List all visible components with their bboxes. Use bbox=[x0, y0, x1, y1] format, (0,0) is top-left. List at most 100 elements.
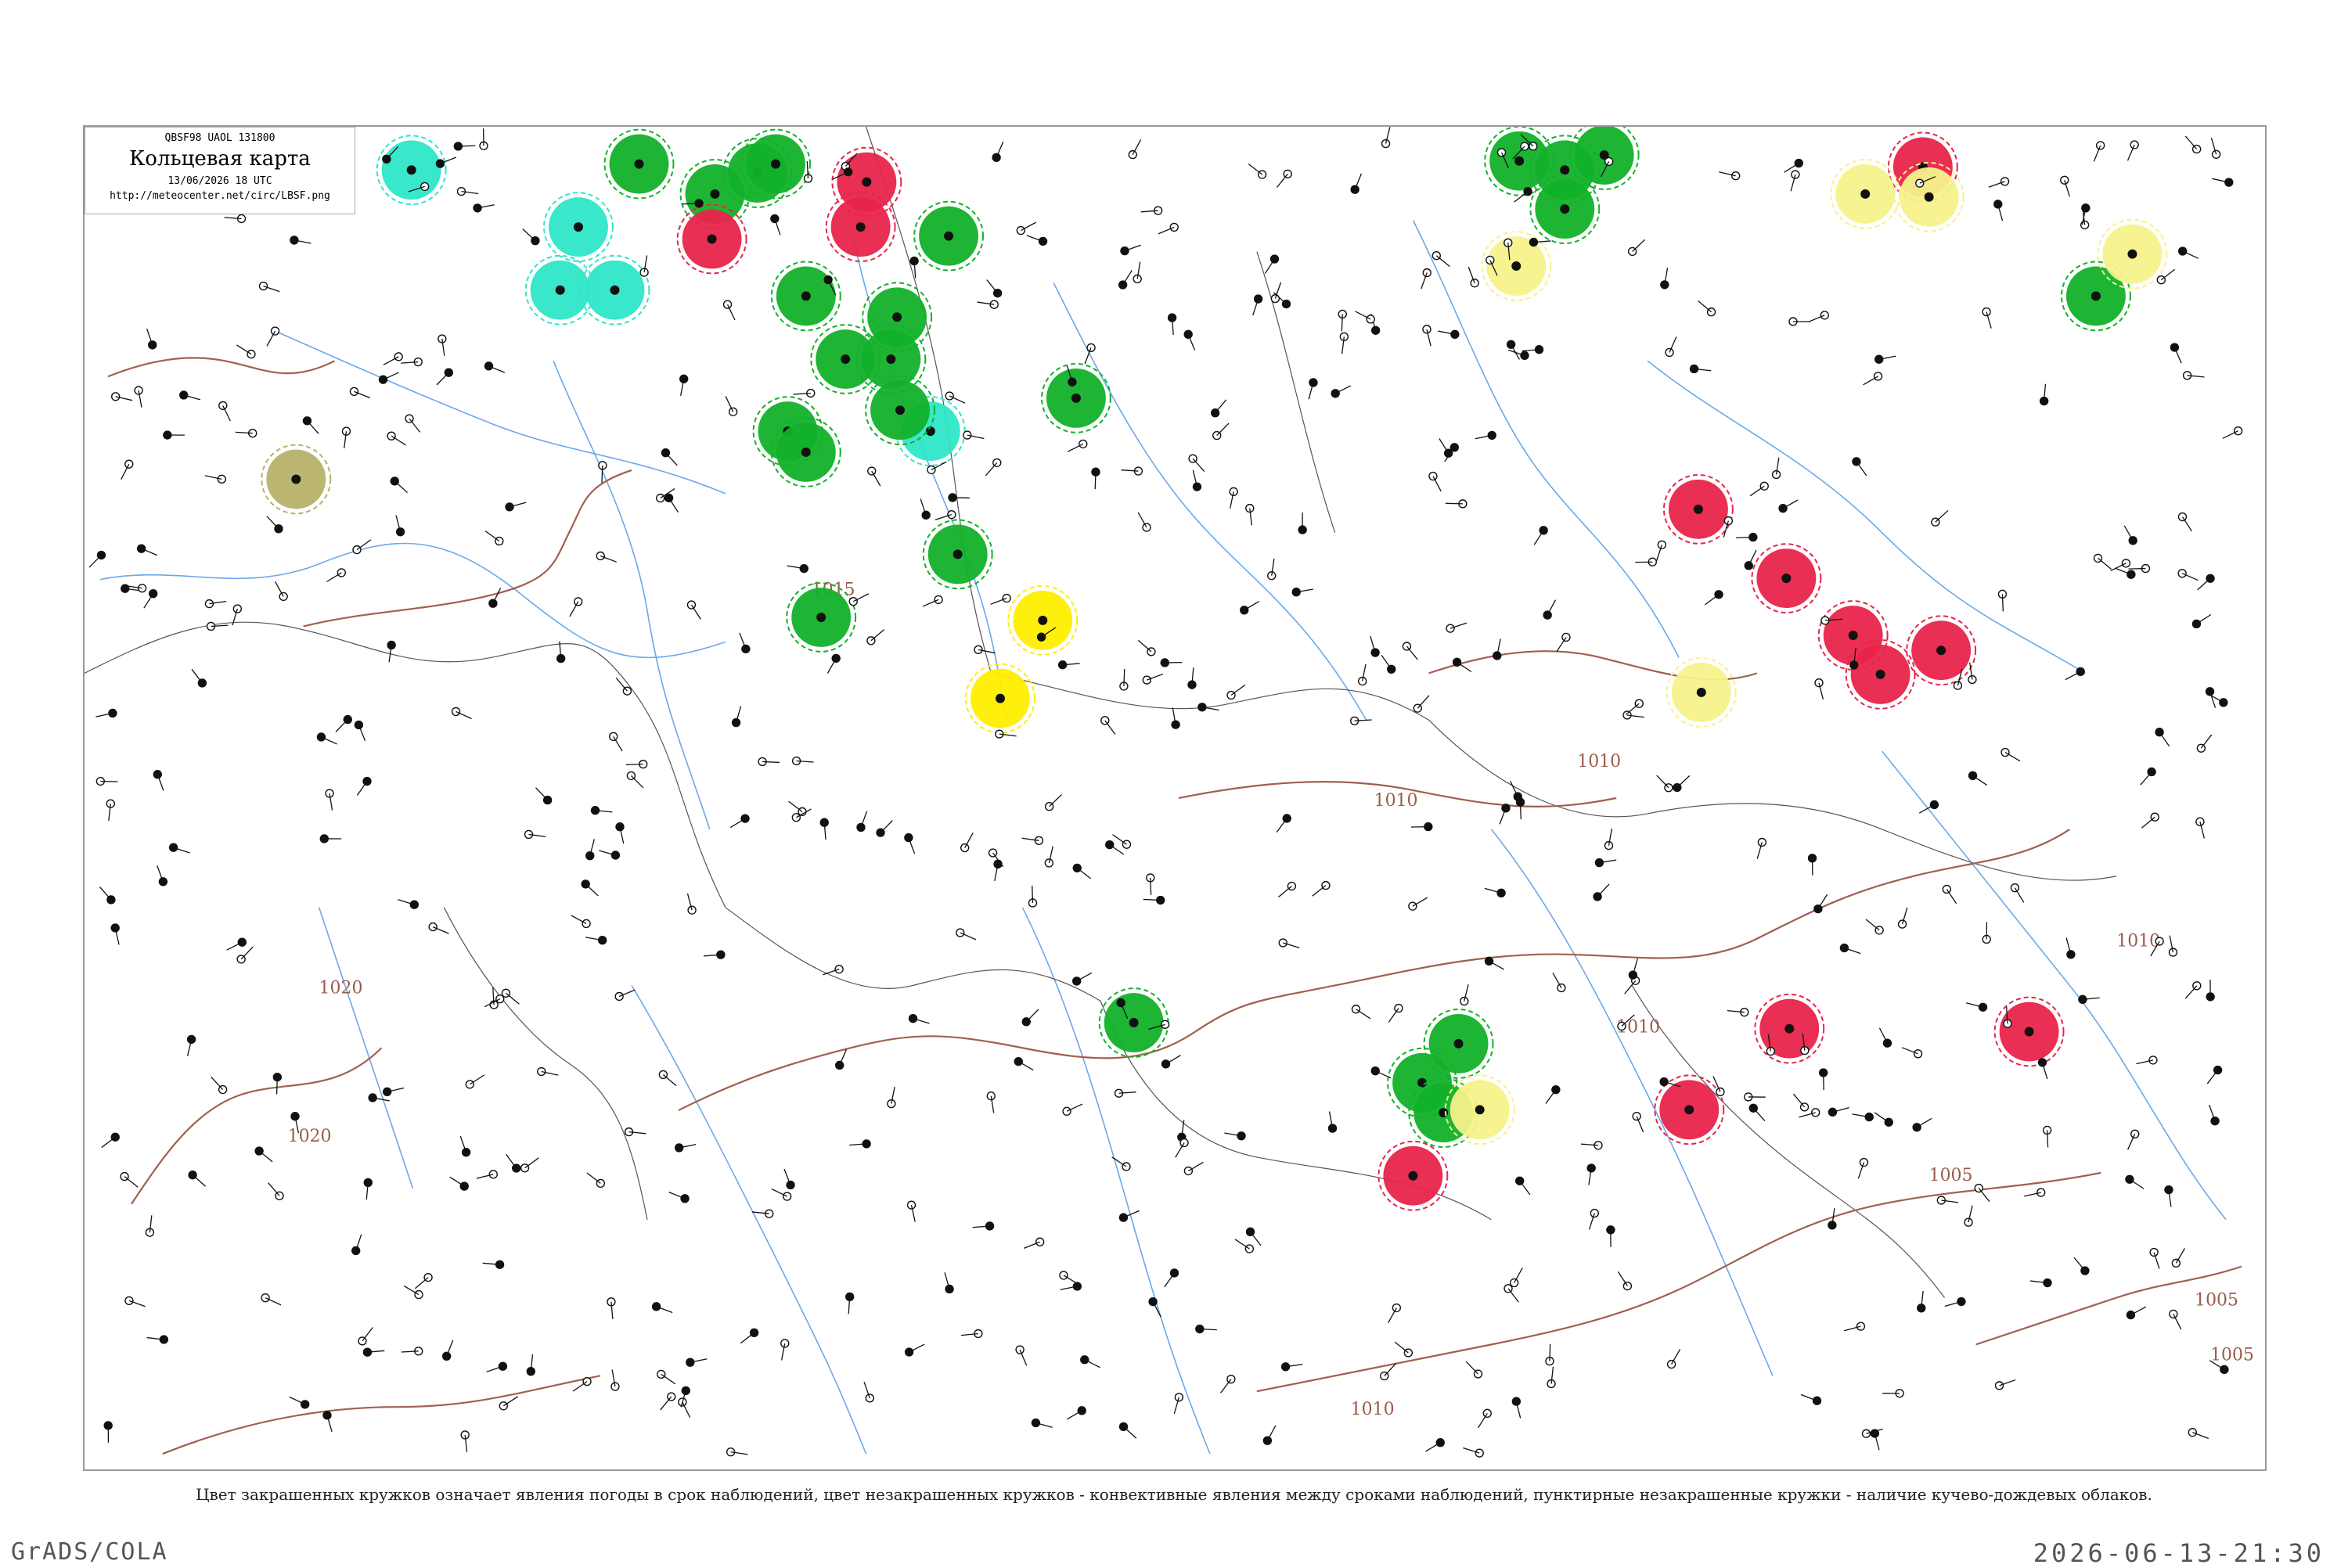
wind-barb-icon bbox=[1657, 775, 1669, 788]
cloud-cover-icon bbox=[841, 354, 850, 364]
wind-barb-icon bbox=[1026, 1009, 1038, 1022]
cloud-cover-icon bbox=[556, 286, 565, 295]
wind-barb-icon bbox=[503, 1397, 517, 1406]
wind-barb-icon bbox=[1466, 1361, 1478, 1374]
station-plot-icon bbox=[1143, 523, 1151, 531]
cloud-cover-icon bbox=[1936, 646, 1946, 655]
wind-barb-icon bbox=[1217, 423, 1229, 436]
wind-barb-icon bbox=[1457, 662, 1471, 671]
wind-barb-icon bbox=[1231, 685, 1245, 696]
wind-barb-icon bbox=[536, 788, 548, 800]
station-plot-icon bbox=[496, 995, 504, 1003]
isobar-label: 1005 bbox=[1929, 1166, 1973, 1185]
wind-barb-icon bbox=[1547, 600, 1555, 615]
station-plot-icon bbox=[1660, 1078, 1668, 1086]
cloud-cover-icon bbox=[816, 613, 826, 622]
station-plot-icon bbox=[1930, 800, 1938, 808]
station-plot-icon bbox=[787, 1181, 794, 1189]
wind-barb-icon bbox=[585, 884, 598, 896]
cloud-cover-icon bbox=[1925, 192, 1934, 202]
wind-barb-icon bbox=[602, 466, 603, 483]
wind-barb-icon bbox=[1478, 1413, 1488, 1428]
cloud-cover-icon bbox=[1038, 616, 1047, 625]
wind-barb-icon bbox=[1672, 1350, 1680, 1365]
station-plot-icon bbox=[1359, 678, 1367, 685]
wind-barb-icon bbox=[336, 720, 348, 732]
wind-barb-icon bbox=[1753, 1108, 1765, 1120]
wind-barb-icon bbox=[1973, 775, 1987, 785]
cloud-cover-icon bbox=[710, 189, 719, 199]
wind-barb-icon bbox=[1138, 640, 1151, 651]
station-plot-icon bbox=[610, 732, 618, 740]
wind-barb-icon bbox=[470, 1075, 484, 1084]
wind-barb-icon bbox=[391, 436, 406, 445]
wind-barb-icon bbox=[1032, 886, 1033, 903]
station-plot-icon bbox=[1453, 658, 1461, 666]
wind-barb-icon bbox=[661, 1374, 675, 1383]
station-plot-icon bbox=[686, 1358, 694, 1366]
cloud-cover-icon bbox=[801, 291, 811, 300]
wind-barb-icon bbox=[1138, 512, 1147, 527]
wind-barb-icon bbox=[573, 1382, 587, 1391]
station-plot-icon bbox=[868, 467, 876, 475]
wind-barb-icon bbox=[626, 764, 643, 765]
wind-barb-icon bbox=[1356, 1009, 1370, 1019]
wind-barb-icon bbox=[1514, 192, 1528, 202]
station-plot-icon bbox=[956, 929, 964, 937]
station-plots bbox=[89, 127, 2242, 1457]
station-plot-icon bbox=[1392, 1304, 1400, 1312]
wind-barb-icon bbox=[1395, 1342, 1408, 1353]
wind-barb-icon bbox=[327, 573, 342, 581]
wind-barb-icon bbox=[1553, 973, 1561, 987]
cloud-cover-icon bbox=[886, 354, 895, 364]
wind-barb-icon bbox=[1520, 1181, 1530, 1195]
wind-barb-icon bbox=[730, 818, 745, 827]
station-plot-icon bbox=[1516, 1177, 1524, 1185]
station-plot-icon bbox=[1562, 633, 1570, 641]
wind-barb-icon bbox=[614, 736, 622, 751]
cloud-cover-icon bbox=[2091, 291, 2101, 300]
wind-barb-icon bbox=[661, 1397, 672, 1410]
wind-barb-icon bbox=[1064, 1275, 1079, 1284]
station-plot-icon bbox=[2170, 1310, 2177, 1318]
wind-barb-icon bbox=[1514, 1268, 1523, 1282]
cloud-cover-icon bbox=[635, 160, 644, 169]
wind-barb-icon bbox=[267, 516, 279, 529]
wind-barb-icon bbox=[665, 453, 677, 466]
cloud-cover-icon bbox=[1511, 261, 1521, 271]
wind-barb-icon bbox=[124, 1177, 138, 1188]
cloud-cover-icon bbox=[1784, 1024, 1794, 1034]
wind-barb-icon bbox=[1863, 376, 1878, 385]
wind-barb-icon bbox=[1335, 386, 1351, 394]
cloud-cover-icon bbox=[1071, 394, 1081, 403]
wind-barb-icon bbox=[2124, 526, 2133, 541]
station-plot-icon bbox=[1745, 562, 1752, 570]
wind-barb-icon bbox=[1677, 775, 1690, 787]
station-plot-icon bbox=[1658, 541, 1666, 548]
wind-barb-icon bbox=[1067, 1411, 1082, 1419]
wind-barb-icon bbox=[525, 1158, 539, 1168]
isobar-label: 1005 bbox=[2210, 1345, 2254, 1365]
wind-barb-icon bbox=[259, 1151, 272, 1162]
wind-barb-icon bbox=[691, 605, 700, 619]
wind-barb-icon bbox=[241, 947, 253, 959]
station-plot-icon bbox=[180, 391, 188, 399]
station-plot-icon bbox=[1954, 682, 1961, 689]
station-plot-icon bbox=[474, 204, 481, 212]
wind-barb-icon bbox=[1188, 1162, 1203, 1171]
station-plot-icon bbox=[2220, 1365, 2228, 1373]
wind-barb-icon bbox=[2141, 817, 2155, 828]
cloud-cover-icon bbox=[862, 178, 871, 187]
station-plot-icon bbox=[198, 679, 206, 687]
wind-barb-icon bbox=[1123, 270, 1133, 285]
wind-barb-icon bbox=[616, 678, 627, 691]
wind-barb-icon bbox=[1936, 510, 1948, 522]
wind-barb-icon bbox=[1698, 301, 1712, 312]
station-plot-icon bbox=[927, 466, 935, 473]
cloud-cover-icon bbox=[1560, 165, 1569, 174]
station-plot-icon bbox=[1760, 482, 1768, 490]
station-plot-icon bbox=[2149, 1056, 2157, 1064]
wind-barb-icon bbox=[1874, 1113, 1889, 1122]
cloud-cover-icon bbox=[801, 448, 811, 457]
wind-barb-icon bbox=[740, 1332, 754, 1343]
